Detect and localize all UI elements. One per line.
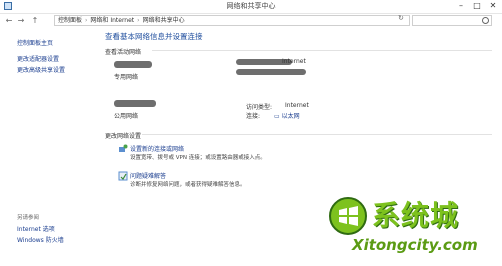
breadcrumb-network-internet[interactable]: 网络和 Internet	[90, 17, 134, 24]
breadcrumb-network-sharing-center[interactable]: 网络和共享中心	[143, 17, 185, 24]
access-type-label: 访问类型:	[246, 104, 273, 111]
see-also-heading: 另请参阅	[17, 215, 40, 221]
sidebar-item-internet-options[interactable]: Internet 选项	[17, 224, 55, 233]
window-title: 网络和共享中心	[226, 2, 276, 10]
sidebar-item-windows-firewall[interactable]: Windows 防火墙	[17, 235, 64, 244]
chevron-right-icon: ›	[137, 17, 140, 24]
setup-connection-desc: 设置宽带、拨号或 VPN 连接；或设置路由器或接入点。	[130, 155, 266, 161]
breadcrumb[interactable]: 控制面板 › 网络和 Internet › 网络和共享中心	[54, 15, 410, 26]
redacted-network-name	[114, 100, 156, 107]
back-button[interactable]: ←	[4, 16, 14, 26]
search-icon	[482, 17, 489, 24]
troubleshoot-desc: 诊断并修复网络问题，或者获得疑难解答信息。	[130, 182, 246, 188]
ethernet-icon: ▭	[274, 113, 280, 120]
up-button[interactable]: ↑	[30, 16, 40, 26]
sidebar-item-adapter-settings[interactable]: 更改适配器设置	[17, 54, 59, 63]
network-type-label: 公用网络	[114, 113, 139, 120]
redacted-network-name	[114, 61, 152, 68]
setup-connection-link[interactable]: 设置新的连接或网络	[130, 144, 184, 153]
watermark-brand: 系统城	[372, 199, 460, 232]
troubleshoot-icon	[118, 171, 128, 181]
divider	[142, 134, 492, 135]
title-bar: 网络和共享中心 – □ ✕	[0, 0, 502, 14]
forward-button[interactable]: →	[16, 16, 26, 26]
maximize-button[interactable]: □	[472, 1, 482, 11]
sidebar-item-control-panel-home[interactable]: 控制面板主页	[17, 38, 53, 47]
sidebar-item-advanced-sharing[interactable]: 更改高级共享设置	[17, 65, 65, 74]
ethernet-link-label[interactable]: 以太网	[282, 113, 300, 120]
troubleshoot-link[interactable]: 问题疑难解答	[130, 171, 166, 180]
refresh-button[interactable]: ↻	[398, 14, 404, 22]
access-type-value: Internet	[282, 58, 306, 65]
breadcrumb-control-panel[interactable]: 控制面板	[58, 17, 82, 24]
watermark: 系统城 Xitongcity.com	[326, 190, 496, 262]
page-title: 查看基本网络信息并设置连接	[105, 32, 203, 41]
connection-label: 连接:	[246, 113, 261, 120]
active-networks-heading: 查看活动网络	[105, 49, 142, 56]
network-type-label: 专用网络	[114, 74, 139, 81]
watermark-url: Xitongcity.com	[352, 236, 478, 254]
address-bar: ← → ↑ 控制面板 › 网络和 Internet › 网络和共享中心 ↻	[0, 14, 502, 29]
ethernet-link[interactable]: ▭ 以太网	[274, 111, 300, 120]
minimize-button[interactable]: –	[456, 1, 466, 11]
redacted-connection-info	[236, 69, 306, 75]
change-settings-heading: 更改网络设置	[105, 133, 142, 140]
sidebar: 控制面板主页 更改适配器设置 更改高级共享设置 另请参阅 Internet 选项…	[0, 30, 100, 266]
access-type-value: Internet	[285, 102, 309, 109]
windows-logo-icon	[329, 197, 367, 235]
network-setup-icon	[119, 144, 128, 152]
divider	[152, 50, 492, 51]
close-button[interactable]: ✕	[488, 1, 498, 11]
search-input[interactable]	[412, 15, 492, 26]
